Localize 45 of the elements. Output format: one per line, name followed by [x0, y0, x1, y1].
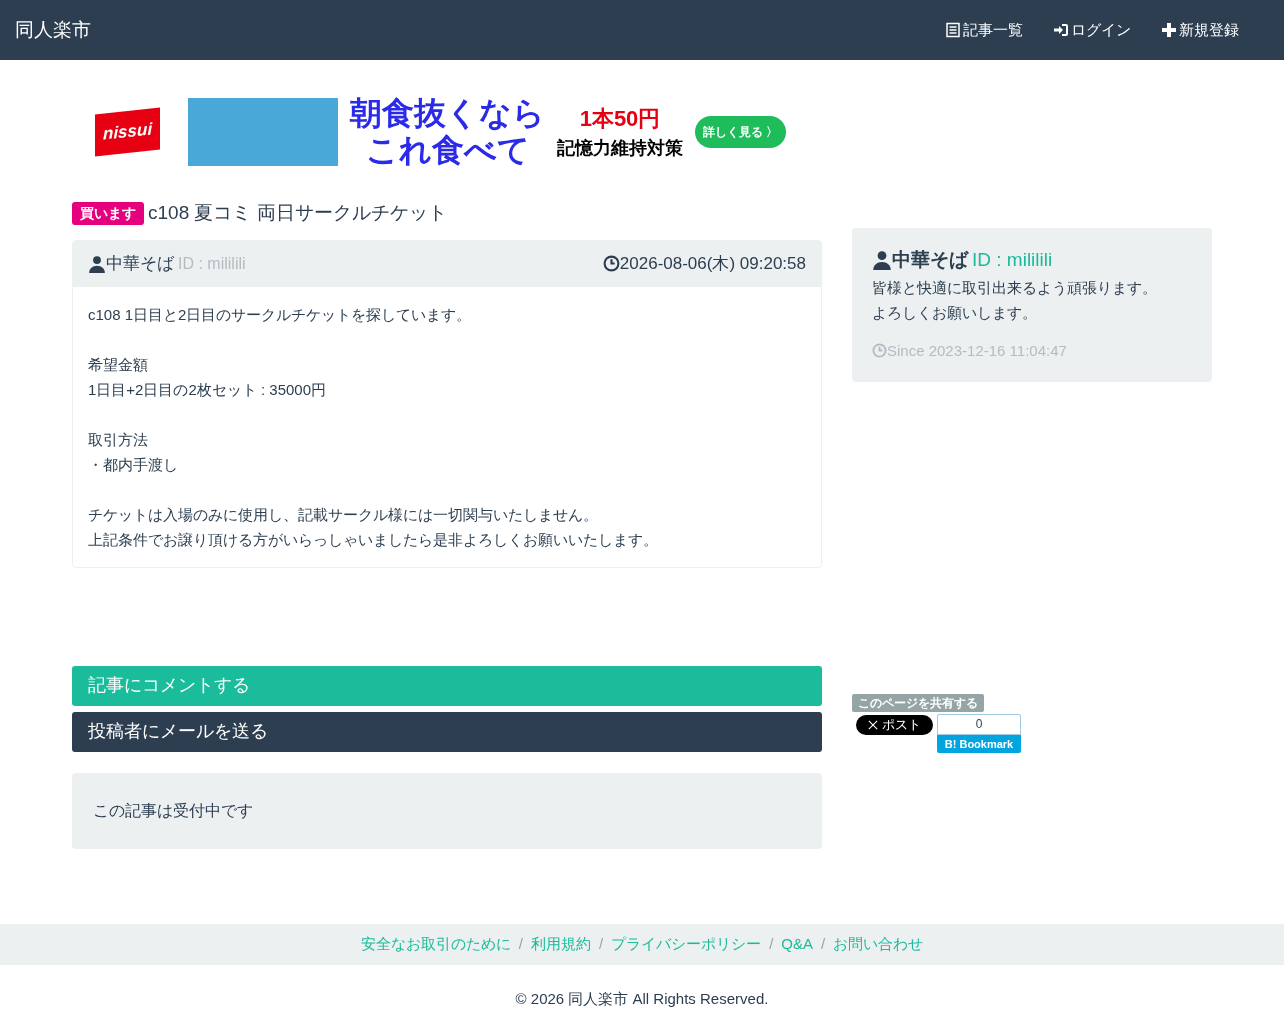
status-text: この記事は受付中です: [93, 800, 253, 821]
nav-link[interactable]: ログイン: [1053, 18, 1131, 42]
user-icon: [872, 250, 892, 271]
post-text: 希望金額: [88, 354, 149, 375]
separator: /: [821, 934, 826, 955]
post-title: c108 夏コミ 両日サークルチケット: [148, 201, 447, 225]
nav-link[interactable]: 新規登録: [1161, 18, 1239, 42]
separator: /: [599, 934, 604, 955]
login-icon: [1053, 22, 1069, 38]
post-date: 2026-08-06(木) 09:20:58: [619, 252, 806, 275]
profile-bio: よろしくお願いします。: [872, 302, 1038, 323]
bookmark-widget[interactable]: 0 B! Bookmark: [937, 714, 1021, 753]
x-logo-icon: [868, 720, 878, 730]
post-text: 上記条件でお譲り頂ける方がいらっしゃいましたら是非よろしくお願いいたします。: [88, 529, 659, 550]
post-text: c108 1日目と2日目のサークルチケットを探しています。: [88, 304, 473, 325]
ad-banner[interactable]: nissui 朝食抜くなら これ食べて 1本50円 記憶力維持対策 詳しく見る 〉: [72, 90, 822, 174]
profile-name: 中華そば: [892, 248, 968, 272]
separator: /: [518, 934, 523, 955]
post-text: ・都内手渡し: [88, 454, 179, 475]
clock-icon: [602, 255, 620, 272]
brand-link[interactable]: 同人楽市: [15, 15, 91, 45]
profile-bio: 皆様と快適に取引出来るよう頑張ります。: [872, 277, 1158, 298]
ad-headline: これ食べて: [365, 132, 530, 169]
copyright: © 2026 同人楽市 All Rights Reserved.: [515, 989, 769, 1009]
ad-price: 1本50円: [579, 105, 661, 133]
post-text: 取引方法: [88, 429, 149, 450]
ad-tagline: 記憶力維持対策: [557, 137, 683, 160]
separator: /: [769, 934, 774, 955]
nav-link[interactable]: 記事一覧: [945, 18, 1023, 42]
share-label: このページを共有する: [852, 694, 984, 712]
list-icon: [945, 22, 961, 38]
clock-icon: [872, 343, 887, 359]
post-text: 1日目+2日目の2枚セット : 35000円: [88, 379, 327, 400]
x-post-button[interactable]: ポスト: [856, 715, 933, 735]
plus-icon: [1161, 22, 1177, 38]
user-icon: [88, 254, 106, 273]
member-since: Since 2023-12-16 11:04:47: [887, 340, 1067, 361]
profile-id: ID : mililili: [972, 248, 1053, 272]
action-button[interactable]: 投稿者にメールを送る: [72, 711, 822, 752]
author-name: 中華そば: [106, 252, 174, 275]
bookmark-count: 0: [937, 714, 1021, 735]
ad-headline: 朝食抜くなら: [350, 95, 545, 132]
buy-badge: 買います: [72, 201, 144, 225]
post-text: チケットは入場のみに使用し、記載サークル様には一切関与いたしません。: [88, 504, 599, 525]
author-id: ID : mililili: [178, 253, 246, 274]
